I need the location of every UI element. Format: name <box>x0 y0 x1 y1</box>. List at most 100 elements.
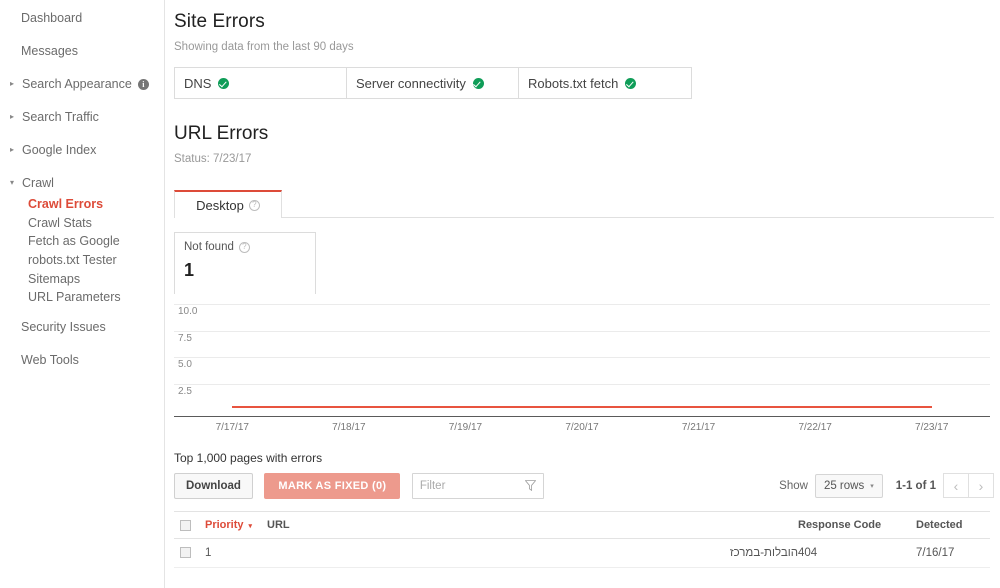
x-axis-tick: 7/21/17 <box>681 422 716 433</box>
sidebar: Dashboard Messages ▸ Search Appearance i… <box>0 0 164 588</box>
help-icon[interactable]: ? <box>248 199 260 211</box>
gridline <box>174 357 990 358</box>
sidebar-subitem-label: Crawl Stats <box>28 215 92 230</box>
mark-as-fixed-button[interactable]: MARK AS FIXED (0) <box>264 473 401 499</box>
sidebar-item-crawl[interactable]: ▾ Crawl <box>0 171 164 195</box>
site-errors-panel: DNS Server connectivity Robots.txt fetch <box>174 67 692 99</box>
sidebar-item-security-issues[interactable]: Security Issues <box>0 315 164 339</box>
filter-input[interactable] <box>411 473 544 499</box>
sidebar-item-url-parameters[interactable]: URL Parameters <box>0 288 164 307</box>
previous-page-button[interactable]: ‹ <box>943 473 969 498</box>
column-header-response-code[interactable]: Response Code <box>798 511 916 539</box>
sidebar-item-search-appearance[interactable]: ▸ Search Appearance i <box>0 72 164 96</box>
card-value: 1 <box>184 260 195 280</box>
sidebar-item-label: Google Index <box>22 143 97 157</box>
crawl-errors-page: Dashboard Messages ▸ Search Appearance i… <box>0 0 1000 588</box>
sidebar-item-label: Crawl <box>22 176 54 190</box>
chevron-right-icon: ▸ <box>10 79 15 88</box>
column-header-url[interactable]: URL <box>267 511 798 539</box>
sidebar-item-label: Search Appearance <box>22 77 132 91</box>
error-category-cards: Not found ? 1 <box>174 232 1000 296</box>
y-axis-tick: 10.0 <box>178 306 198 317</box>
gridline <box>174 304 990 305</box>
y-axis-tick: 7.5 <box>178 333 192 344</box>
x-axis-tick: 7/19/17 <box>448 422 483 433</box>
sidebar-item-crawl-errors[interactable]: Crawl Errors <box>0 195 164 214</box>
tab-bar-underline <box>174 217 994 218</box>
sidebar-item-fetch-as-google[interactable]: Fetch as Google <box>0 232 164 251</box>
sidebar-item-label: Search Traffic <box>22 110 99 124</box>
errors-table-head: Priority ▾ URL Response Code Detected <box>174 511 990 539</box>
cell-response-code: 404 <box>798 538 916 568</box>
row-select-cell <box>174 538 205 568</box>
check-circle-icon <box>625 77 637 89</box>
url-errors-title: URL Errors <box>174 123 269 144</box>
select-all-checkbox[interactable] <box>180 519 191 531</box>
sidebar-item-robots-txt-tester[interactable]: robots.txt Tester <box>0 251 164 270</box>
sidebar-item-sitemaps[interactable]: Sitemaps <box>0 269 164 288</box>
column-label: Response Code <box>798 519 882 531</box>
rows-per-page-select[interactable]: 25 rows ▾ <box>814 473 883 498</box>
help-icon[interactable]: ? <box>238 241 250 253</box>
y-axis-tick: 5.0 <box>178 359 192 370</box>
site-error-label: DNS <box>184 75 212 91</box>
sidebar-item-messages[interactable]: Messages <box>0 39 164 63</box>
column-header-priority[interactable]: Priority ▾ <box>205 511 267 539</box>
sidebar-subitem-label: Sitemaps <box>28 271 81 286</box>
x-axis-tick: 7/22/17 <box>798 422 832 433</box>
card-title-row: Not found ? <box>184 241 315 253</box>
errors-chart: 10.0 7.5 5.0 2.5 <box>174 299 990 417</box>
x-axis-tick: 7/17/17 <box>215 422 249 433</box>
column-label: URL <box>267 519 290 531</box>
table-pager: Show 25 rows ▾ 1-1 of 1 ‹ › <box>779 473 994 498</box>
page-title: Site Errors <box>174 11 265 32</box>
site-error-label: Server connectivity <box>356 75 466 91</box>
table-row[interactable]: 1 הובלות-במרכז 404 7/16/17 <box>174 538 990 568</box>
download-button[interactable]: Download <box>174 473 253 499</box>
sidebar-item-label: Messages <box>21 44 78 58</box>
column-header-detected[interactable]: Detected <box>916 511 990 539</box>
site-error-robots-txt-fetch[interactable]: Robots.txt fetch <box>519 68 691 98</box>
site-error-dns[interactable]: DNS <box>175 68 347 98</box>
sidebar-item-crawl-stats[interactable]: Crawl Stats <box>0 214 164 233</box>
y-axis-tick: 2.5 <box>178 386 192 397</box>
chevron-down-icon: ▾ <box>10 178 15 187</box>
card-label: Not found <box>184 241 234 253</box>
sidebar-subitem-label: URL Parameters <box>28 290 121 305</box>
table-caption: Top 1,000 pages with errors <box>174 451 323 465</box>
sidebar-nav: Dashboard Messages ▸ Search Appearance i… <box>0 0 164 372</box>
sidebar-subitem-label: Fetch as Google <box>28 234 120 249</box>
x-axis-tick: 7/20/17 <box>565 422 599 433</box>
x-axis-tick: 7/23/17 <box>915 422 949 433</box>
check-circle-icon <box>218 77 230 89</box>
chevron-down-icon: ▾ <box>870 482 874 490</box>
gridline <box>174 384 990 385</box>
site-error-server-connectivity[interactable]: Server connectivity <box>347 68 519 98</box>
check-circle-icon <box>472 77 484 89</box>
sidebar-item-google-index[interactable]: ▸ Google Index <box>0 138 164 162</box>
sidebar-item-search-traffic[interactable]: ▸ Search Traffic <box>0 105 164 129</box>
cell-detected: 7/16/17 <box>916 538 990 568</box>
x-axis-tick: 7/18/17 <box>332 422 366 433</box>
series-line-not-found <box>232 406 932 408</box>
sidebar-item-web-tools[interactable]: Web Tools <box>0 348 164 372</box>
row-checkbox[interactable] <box>180 547 191 559</box>
tab-bar: Desktop ? <box>165 190 1000 218</box>
gridline <box>174 331 990 332</box>
next-page-button[interactable]: › <box>968 473 994 498</box>
chevron-right-icon: ▸ <box>10 145 15 154</box>
main-content: Site Errors Showing data from the last 9… <box>165 0 1000 588</box>
show-label: Show <box>779 479 808 492</box>
cell-url[interactable]: הובלות-במרכז <box>267 538 798 568</box>
sidebar-subitem-label: robots.txt Tester <box>28 253 117 268</box>
select-all-header <box>174 511 205 539</box>
sidebar-item-dashboard[interactable]: Dashboard <box>0 6 164 30</box>
column-label: Priority <box>205 519 244 531</box>
tab-desktop[interactable]: Desktop ? <box>174 190 282 218</box>
column-label: Detected <box>916 519 963 531</box>
table-header-row: Priority ▾ URL Response Code Detected <box>174 511 990 539</box>
info-icon[interactable]: i <box>137 78 149 90</box>
x-axis-labels: 7/17/17 7/18/17 7/19/17 7/20/17 7/21/17 7/22/… <box>174 417 990 435</box>
card-not-found[interactable]: Not found ? 1 <box>174 232 316 294</box>
